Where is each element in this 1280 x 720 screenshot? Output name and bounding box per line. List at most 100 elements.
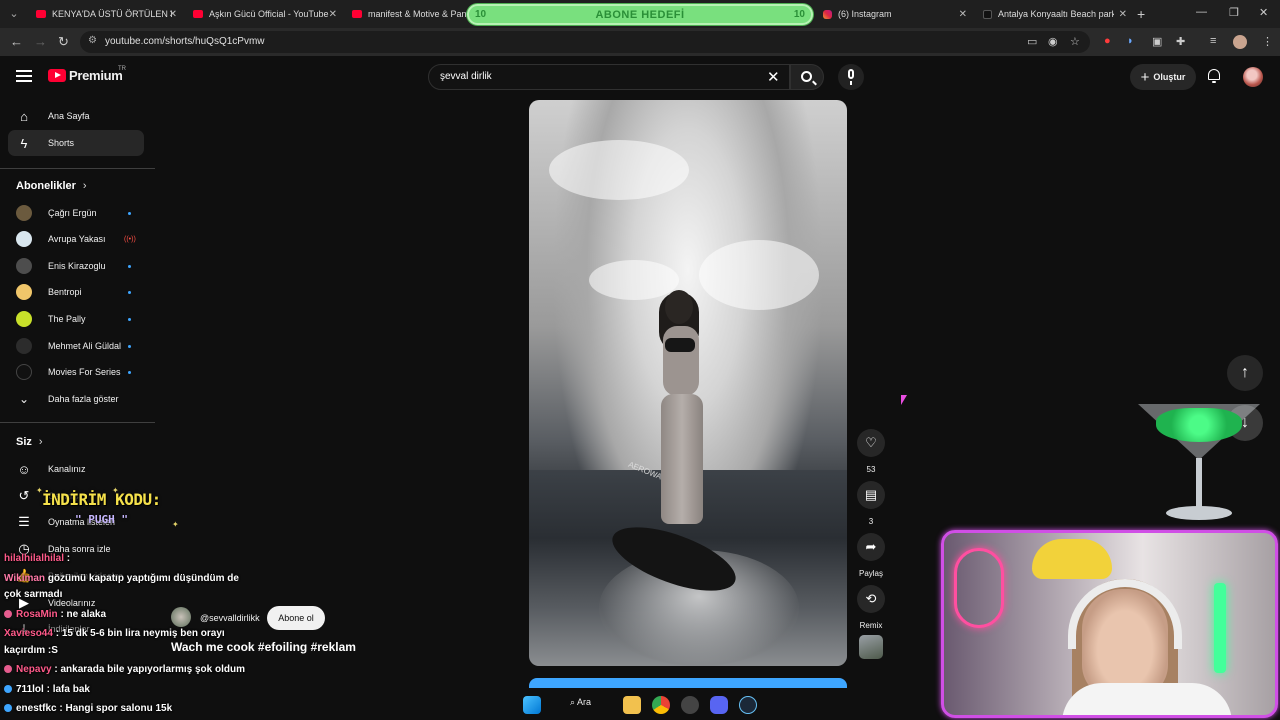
youtube-play-icon <box>48 69 66 82</box>
eye-off-icon[interactable]: ◉ <box>1048 35 1058 48</box>
file-explorer-icon[interactable] <box>623 696 641 714</box>
sidebar-item-home[interactable]: ⌂ Ana Sayfa <box>8 103 144 129</box>
youtube-premium-logo[interactable]: Premium TR <box>48 66 126 83</box>
bookmark-star-icon[interactable]: ☆ <box>1070 35 1080 48</box>
search-box[interactable]: şevval dirlik ✕ <box>428 64 790 90</box>
app-icon[interactable] <box>681 696 699 714</box>
subscription-item[interactable]: Movies For Series <box>16 362 136 382</box>
sidebar-item-shorts[interactable]: ϟ Shorts <box>8 130 144 156</box>
share-label: Paylaş <box>858 569 883 578</box>
comments-button[interactable]: ▤ 3 <box>857 481 885 526</box>
browser-tab[interactable]: KENYA'DA ÜSTÜ ÖRTÜLEN KOR ✕ <box>28 2 183 26</box>
subscription-item[interactable]: Çağrı Ergün <box>16 203 136 223</box>
subscription-item[interactable]: The Pally <box>16 309 136 329</box>
show-more-button[interactable]: ⌄ Daha fazla göster <box>16 389 136 409</box>
streamer-webcam <box>941 530 1278 718</box>
voice-search-button[interactable] <box>838 64 864 90</box>
profile-avatar[interactable] <box>1233 35 1247 49</box>
subscription-item[interactable]: Mehmet Ali Güldal <box>16 336 136 356</box>
close-tab-icon[interactable]: ✕ <box>329 9 337 20</box>
address-bar[interactable]: ⚙ youtube.com/shorts/huQsQ1cPvmw <box>80 31 1090 53</box>
more-menu-icon[interactable]: ⋮ <box>1262 35 1273 48</box>
subscription-item[interactable]: Avrupa Yakası ((•)) <box>16 229 136 249</box>
chat-user: 711lol <box>16 684 44 695</box>
channel-avatar <box>16 231 32 247</box>
subscribe-button[interactable]: Abone ol <box>267 606 325 630</box>
chat-user: enestfkc <box>16 703 57 714</box>
windows-taskbar: ⌕ Ara <box>510 690 770 720</box>
channel-handle[interactable]: @sevvalldirlikk <box>200 613 260 623</box>
rider <box>647 290 717 530</box>
minimize-icon[interactable]: — <box>1196 6 1207 18</box>
sidebar-item-your-channel[interactable]: ☺ Kanalınız <box>8 456 144 482</box>
arrow-up-icon: ↑ <box>1241 364 1249 381</box>
share-button[interactable]: ➦ Paylaş <box>857 533 885 578</box>
restore-icon[interactable]: ❐ <box>1229 6 1239 19</box>
chat-message: RosaMin : ne alaka <box>4 609 106 620</box>
menu-icon[interactable] <box>16 70 32 82</box>
sound-thumbnail[interactable] <box>859 635 883 659</box>
history-icon: ↺ <box>18 488 30 503</box>
create-button[interactable]: + Oluştur <box>1130 64 1196 90</box>
steam-icon[interactable] <box>739 696 757 714</box>
channel-avatar <box>16 364 32 380</box>
close-tab-icon[interactable]: ✕ <box>959 9 967 20</box>
search-button[interactable] <box>790 64 824 90</box>
plus-icon: + <box>1140 68 1150 86</box>
taskbar-search[interactable]: ⌕ Ara <box>570 697 591 708</box>
chat-message: 711lol : lafa bak <box>4 684 90 695</box>
site-info-icon[interactable]: ⚙ <box>88 35 97 46</box>
clear-search-icon[interactable]: ✕ <box>767 68 780 86</box>
previous-short-button[interactable]: ↑ <box>1227 355 1263 391</box>
new-tab-icon[interactable]: + <box>1137 6 1145 22</box>
browser-tab[interactable]: (6) Instagram ✕ <box>815 2 973 26</box>
close-tab-icon[interactable]: ✕ <box>169 9 177 20</box>
show-more-label: Daha fazla göster <box>48 394 119 404</box>
subscriptions-heading[interactable]: Abonelikler › <box>16 180 87 192</box>
channel-avatar <box>16 205 32 221</box>
next-short-preview[interactable] <box>529 678 847 688</box>
extension-icon[interactable]: ▣ <box>1152 35 1162 48</box>
start-icon[interactable] <box>523 696 541 714</box>
browser-tab[interactable]: Aşkın Gücü Official - YouTube ✕ <box>185 2 343 26</box>
remix-button[interactable]: ⟲ Remix <box>857 585 885 630</box>
shorts-video-player[interactable]: AEROWAVE <box>529 100 847 666</box>
browser-tab-active[interactable]: Antalya Konyaaltı Beach parkta ✕ <box>975 2 1133 26</box>
sidebar-item-label: Kanalınız <box>48 464 86 474</box>
subscription-item[interactable]: Enis Kirazoglu <box>16 256 136 276</box>
chevron-right-icon: › <box>82 180 87 192</box>
subscription-item[interactable]: Bentropi <box>16 282 136 302</box>
extension-icon[interactable]: ● <box>1104 35 1111 47</box>
forward-icon[interactable]: → <box>34 34 47 49</box>
notifications-bell-icon[interactable] <box>1207 68 1221 83</box>
reading-list-icon[interactable]: ≡ <box>1210 35 1216 47</box>
discord-icon[interactable] <box>710 696 728 714</box>
chat-message: çok sarmadı <box>4 589 62 600</box>
like-button[interactable]: ♡ 53 <box>857 429 885 474</box>
close-window-icon[interactable]: ✕ <box>1259 6 1268 19</box>
search-input[interactable]: şevval dirlik <box>440 71 492 82</box>
close-tab-icon[interactable]: ✕ <box>1119 9 1127 20</box>
chrome-icon[interactable] <box>652 696 670 714</box>
you-heading[interactable]: Siz › <box>16 436 43 448</box>
channel-avatar[interactable] <box>171 607 191 627</box>
sidebar-item-label: Ana Sayfa <box>48 111 90 121</box>
new-content-dot <box>128 290 131 294</box>
remix-label: Remix <box>859 621 883 630</box>
mic-icon <box>848 69 854 79</box>
chat-message: kaçırdım :S <box>4 645 58 656</box>
extensions-puzzle-icon[interactable]: ✚ <box>1176 35 1185 48</box>
channel-name: Çağrı Ergün <box>48 208 97 218</box>
youtube-icon <box>36 10 46 18</box>
extension-icon[interactable]: ◗ <box>1127 35 1134 47</box>
back-icon[interactable]: ← <box>10 34 23 49</box>
remix-icon: ⟲ <box>857 585 885 613</box>
cast-icon[interactable]: ▭ <box>1027 35 1037 48</box>
playlist-icon: ☰ <box>18 514 30 529</box>
tab-search-chevron-icon[interactable]: ⌄ <box>4 4 24 24</box>
reload-icon[interactable]: ↻ <box>58 34 69 50</box>
new-content-dot <box>128 317 131 321</box>
account-avatar[interactable] <box>1243 67 1263 87</box>
browser-tab[interactable]: manifest & Motive & Pango <box>344 2 469 26</box>
cloud <box>549 140 689 200</box>
